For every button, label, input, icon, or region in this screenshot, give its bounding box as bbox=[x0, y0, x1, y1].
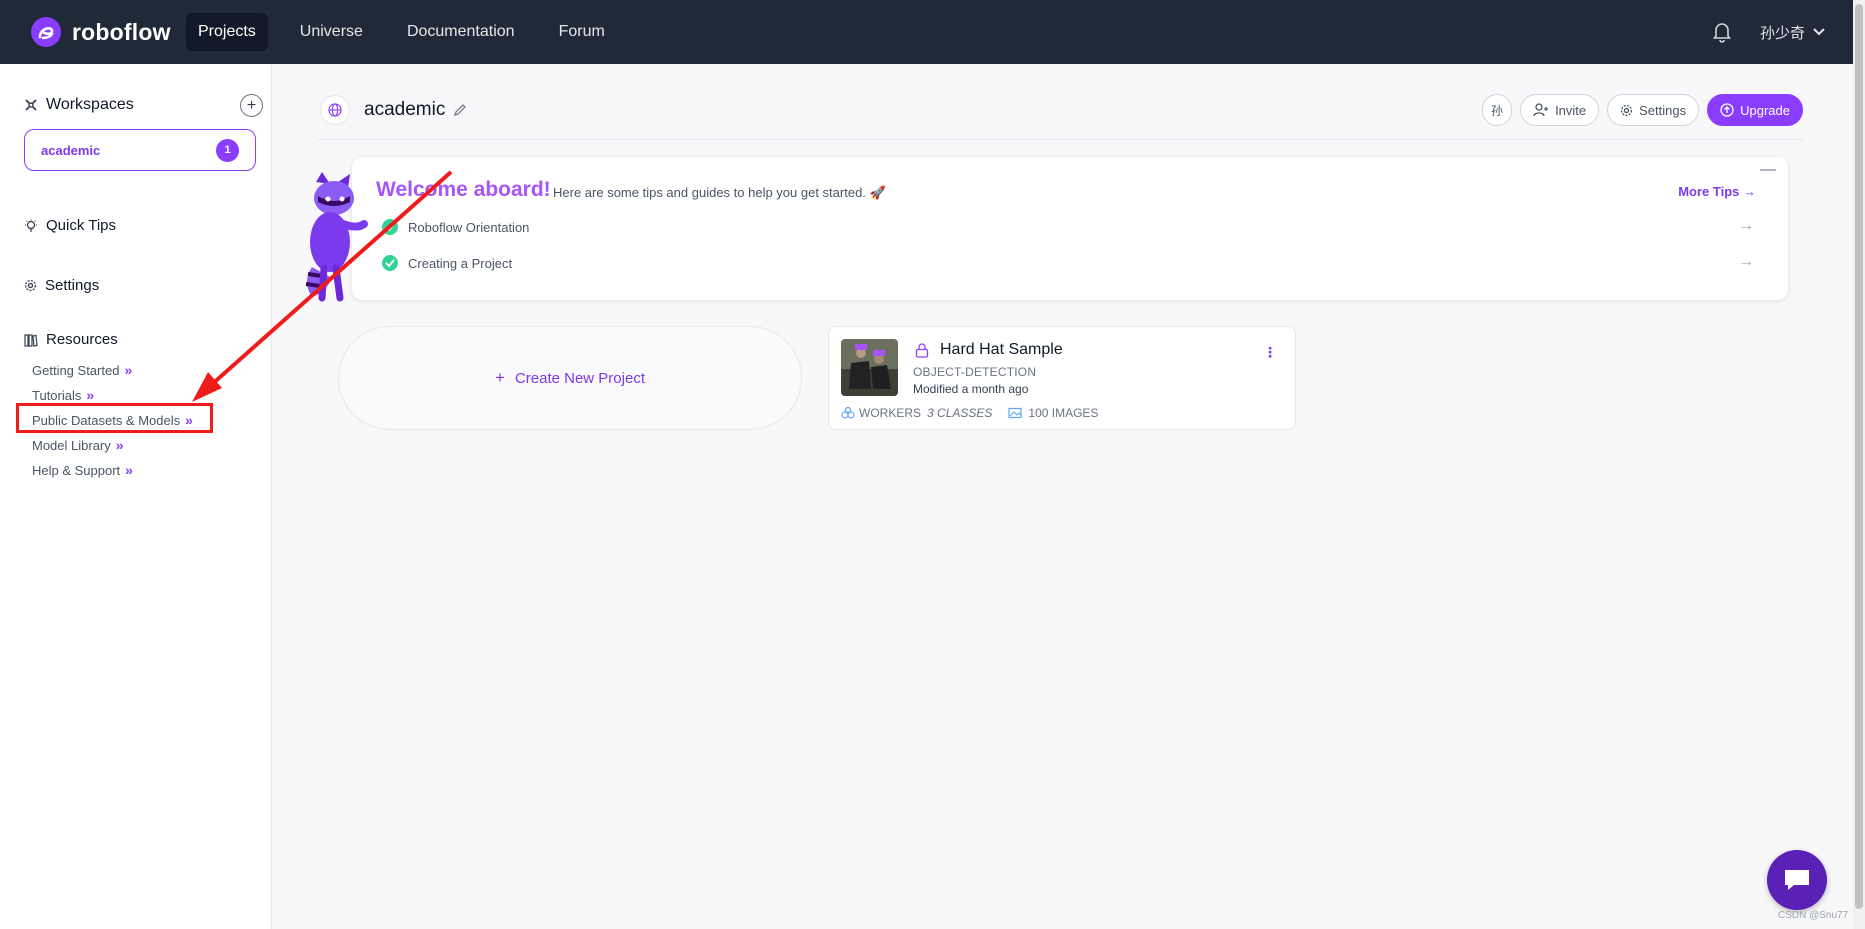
member-avatar[interactable]: 孙 bbox=[1482, 94, 1513, 126]
more-options-icon[interactable]: ⋮ bbox=[1263, 344, 1277, 361]
workspace-item-academic[interactable]: academic 1 bbox=[24, 129, 256, 171]
gear-icon bbox=[24, 279, 37, 292]
add-workspace-button[interactable]: + bbox=[240, 94, 263, 117]
workspace-name: academic bbox=[41, 142, 101, 158]
raccoon-mascot-illustration bbox=[305, 172, 368, 302]
double-chevron-right-icon: » bbox=[125, 462, 133, 478]
sidebar: Workspaces + academic 1 Quick Tips Setti… bbox=[0, 64, 272, 929]
resources-heading: Resources bbox=[24, 331, 118, 348]
main-nav: Projects Universe Documentation Forum bbox=[186, 13, 637, 51]
page-title: academic bbox=[364, 99, 446, 120]
globe-icon[interactable] bbox=[320, 95, 350, 125]
edit-pencil-icon[interactable] bbox=[453, 103, 467, 117]
roboflow-logo[interactable]: roboflow bbox=[30, 16, 185, 48]
resource-model-library[interactable]: Model Library» bbox=[32, 437, 124, 453]
resource-help-support[interactable]: Help & Support» bbox=[32, 462, 133, 478]
arrow-right-icon[interactable]: → bbox=[1738, 217, 1754, 235]
notifications-bell-icon[interactable] bbox=[1712, 21, 1732, 43]
chevron-down-icon bbox=[1813, 28, 1825, 36]
tip-roboflow-orientation[interactable]: Roboflow Orientation bbox=[382, 219, 529, 235]
books-icon bbox=[24, 333, 38, 347]
upgrade-icon bbox=[1720, 103, 1734, 117]
top-right-controls: 孙少奇 bbox=[1712, 0, 1825, 64]
nav-universe[interactable]: Universe bbox=[288, 13, 375, 51]
roboflow-logo-icon bbox=[31, 17, 61, 47]
create-new-project-button[interactable]: + Create New Project bbox=[338, 326, 802, 430]
project-card[interactable]: Hard Hat Sample ⋮ OBJECT-DETECTION Modif… bbox=[828, 326, 1296, 430]
header-divider bbox=[318, 139, 1804, 140]
settings-link[interactable]: Settings bbox=[24, 277, 99, 294]
project-stats: WORKERS 3 CLASSES 100 IMAGES bbox=[841, 406, 1098, 420]
lightbulb-icon bbox=[25, 219, 37, 232]
project-group: WORKERS bbox=[859, 406, 922, 420]
upgrade-button[interactable]: Upgrade bbox=[1707, 94, 1803, 126]
welcome-subtitle: Here are some tips and guides to help yo… bbox=[553, 185, 886, 200]
double-chevron-right-icon: » bbox=[124, 362, 133, 378]
project-type: OBJECT-DETECTION bbox=[913, 365, 1037, 379]
add-user-icon bbox=[1533, 103, 1549, 117]
quick-tips-link[interactable]: Quick Tips bbox=[24, 217, 116, 234]
project-modified: Modified a month ago bbox=[913, 382, 1029, 396]
watermark: CSDN @Snu77 bbox=[1778, 910, 1849, 921]
lock-icon bbox=[915, 343, 929, 363]
header-actions: 孙 Invite Settings Upgrade bbox=[1474, 94, 1803, 126]
brand-name: roboflow bbox=[72, 18, 171, 45]
plus-icon: + bbox=[495, 368, 505, 387]
resource-tutorials[interactable]: Tutorials» bbox=[32, 387, 94, 403]
checkmark-icon bbox=[382, 255, 398, 271]
settings-button[interactable]: Settings bbox=[1607, 94, 1700, 126]
workspace-header: academic bbox=[320, 95, 467, 125]
invite-button[interactable]: Invite bbox=[1520, 94, 1600, 126]
double-chevron-right-icon: » bbox=[115, 437, 124, 453]
scrollbar-thumb[interactable] bbox=[1855, 4, 1863, 909]
classes-icon bbox=[841, 407, 855, 419]
arrow-right-icon: → bbox=[1743, 184, 1756, 199]
top-navigation-bar: roboflow Projects Universe Documentation… bbox=[0, 0, 1865, 64]
project-classes: 3 CLASSES bbox=[927, 406, 993, 420]
nav-documentation[interactable]: Documentation bbox=[395, 13, 527, 51]
tip-creating-project[interactable]: Creating a Project bbox=[382, 255, 512, 271]
workspaces-icon bbox=[25, 99, 37, 111]
nav-projects[interactable]: Projects bbox=[186, 13, 268, 51]
resource-getting-started[interactable]: Getting Started» bbox=[32, 362, 132, 378]
nav-forum[interactable]: Forum bbox=[547, 13, 617, 51]
workspace-count-badge: 1 bbox=[216, 138, 239, 162]
project-name: Hard Hat Sample bbox=[940, 341, 1063, 358]
chat-bubble-icon bbox=[1785, 870, 1809, 890]
project-images: 100 IMAGES bbox=[1028, 406, 1099, 420]
username: 孙少奇 bbox=[1759, 24, 1805, 42]
arrow-right-icon[interactable]: → bbox=[1738, 253, 1754, 271]
chat-support-button[interactable] bbox=[1767, 850, 1827, 910]
welcome-card: Welcome aboard! Here are some tips and g… bbox=[352, 157, 1788, 300]
plus-icon: + bbox=[246, 96, 257, 114]
more-tips-link[interactable]: More Tips → bbox=[1678, 184, 1756, 199]
welcome-title: Welcome aboard! bbox=[376, 178, 551, 201]
minimize-icon[interactable]: — bbox=[1760, 161, 1776, 179]
annotation-highlight-box bbox=[16, 403, 213, 433]
workspaces-heading: Workspaces bbox=[24, 96, 134, 114]
checkmark-icon bbox=[382, 219, 398, 235]
image-icon bbox=[1008, 407, 1022, 419]
gear-icon bbox=[1621, 104, 1633, 116]
user-menu[interactable]: 孙少奇 bbox=[1760, 22, 1825, 43]
double-chevron-right-icon: » bbox=[86, 387, 95, 403]
project-thumbnail bbox=[841, 339, 898, 396]
